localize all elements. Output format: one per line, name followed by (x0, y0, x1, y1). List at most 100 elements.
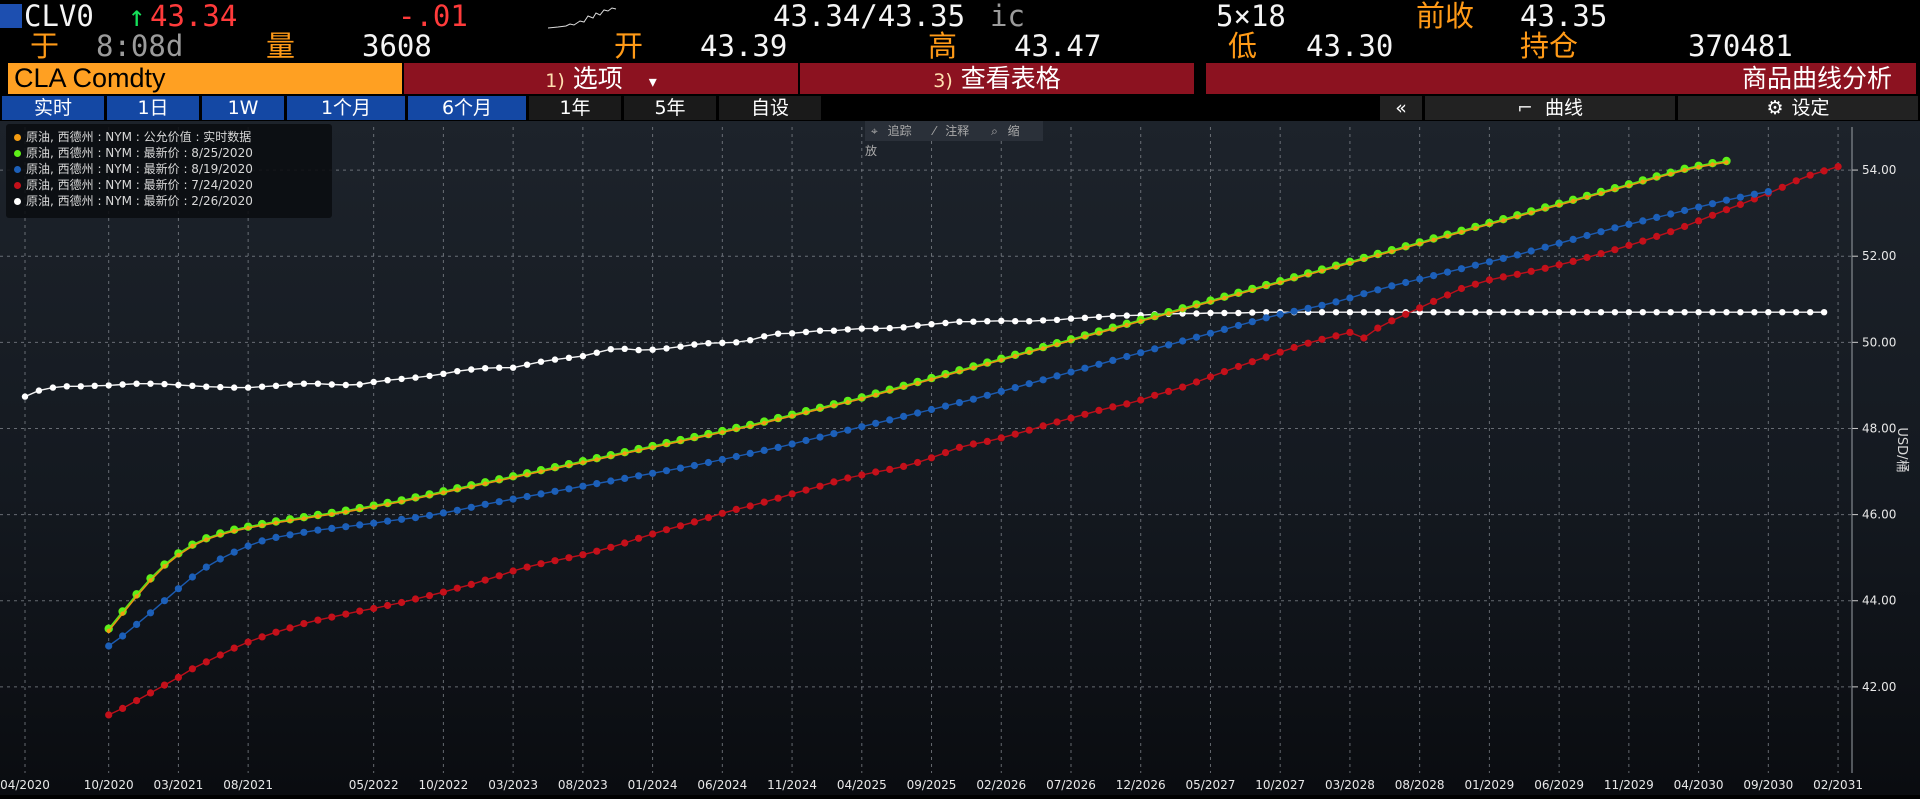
tab-1d[interactable]: 1日 (107, 96, 199, 120)
data-point (1109, 312, 1117, 320)
ticker[interactable]: CLV0 (24, 2, 94, 31)
data-point (594, 457, 599, 462)
data-point (1542, 309, 1549, 316)
data-point (969, 440, 978, 448)
data-point (273, 520, 279, 525)
bid-ask-suffix: ic (990, 0, 1025, 33)
data-point (621, 539, 629, 547)
tab-1y[interactable]: 1年 (529, 96, 621, 120)
data-point (1750, 190, 1758, 198)
data-point (1165, 387, 1173, 395)
track-tool[interactable]: ⌖ 追踪 (871, 124, 918, 138)
data-point (1402, 310, 1410, 318)
security-input[interactable]: CLA Comdty (8, 63, 402, 94)
data-point (133, 380, 140, 387)
chart-area[interactable]: 04/2020 10/2020 03/2021 08/2021 05/2022 10/20… (0, 121, 1920, 795)
data-point (678, 439, 683, 444)
data-point (1374, 286, 1382, 294)
data-point (133, 620, 141, 628)
options-menu-button[interactable]: 1) 选项 ▾ (404, 63, 798, 94)
data-point (497, 478, 502, 483)
data-point (1347, 260, 1353, 266)
open-interest: 370481 (1688, 29, 1793, 63)
data-point (188, 665, 196, 673)
data-point (886, 465, 894, 473)
data-point (384, 601, 392, 610)
data-point (580, 460, 586, 465)
data-point (984, 318, 991, 325)
data-point (523, 361, 531, 368)
data-point (1583, 231, 1591, 240)
tab-1w[interactable]: 1W (202, 96, 284, 120)
forward-curve-chart[interactable]: 04/2020 10/2020 03/2021 08/2021 05/2022 10/20… (0, 121, 1920, 795)
data-point (1067, 315, 1075, 322)
tab-1m[interactable]: 1个月 (287, 96, 405, 120)
settings-button[interactable]: ⚙ 设定 (1678, 96, 1918, 120)
data-point (1208, 299, 1213, 305)
data-point (971, 365, 976, 370)
y-tick-label: 44.00 (1862, 594, 1896, 608)
data-point (858, 471, 866, 479)
data-point (955, 399, 964, 407)
data-point (119, 381, 126, 388)
data-point (900, 324, 907, 331)
legend-dot (14, 182, 21, 189)
data-point (593, 547, 601, 555)
data-point (1583, 309, 1591, 316)
data-point (1264, 284, 1269, 289)
data-point (929, 377, 934, 382)
data-point (1640, 179, 1646, 184)
data-point (635, 472, 643, 480)
data-point (676, 464, 685, 472)
data-point (1013, 353, 1018, 359)
data-point (1039, 376, 1047, 384)
data-point (440, 370, 447, 377)
data-point (230, 548, 238, 556)
data-point (1290, 343, 1298, 352)
data-point (1626, 183, 1632, 188)
curve-button[interactable]: ⌐ 曲线 (1425, 96, 1675, 120)
price-change: -.01 (398, 0, 468, 33)
data-point (412, 374, 419, 381)
data-point (1081, 314, 1089, 321)
data-point (495, 498, 503, 506)
data-point (1430, 297, 1438, 305)
data-point (957, 369, 962, 374)
data-point (775, 417, 781, 422)
data-point (371, 504, 376, 509)
tab-realtime[interactable]: 实时 (2, 96, 104, 120)
tab-custom[interactable]: 自设 (719, 96, 821, 120)
view-table-button[interactable]: 3) 查看表格 (800, 63, 1194, 94)
collapse-button[interactable]: « (1380, 96, 1422, 120)
x-tick-label: 11/2029 (1604, 778, 1654, 792)
annotate-tool[interactable]: ⁄ 注释 (933, 124, 975, 138)
tab-5y[interactable]: 5年 (624, 96, 716, 120)
data-point (1333, 264, 1339, 270)
data-point (999, 357, 1004, 363)
data-point (746, 502, 754, 510)
data-point (1375, 253, 1381, 258)
tab-6m[interactable]: 6个月 (408, 96, 526, 120)
data-point (1332, 298, 1340, 306)
x-tick-label: 05/2022 (349, 778, 399, 792)
data-point (760, 498, 768, 506)
data-point (1695, 217, 1703, 225)
data-point (1541, 243, 1549, 251)
data-point (411, 514, 420, 522)
data-point (202, 658, 210, 666)
data-point (622, 451, 627, 456)
data-point (942, 319, 949, 327)
data-point (649, 346, 656, 353)
data-point (1360, 309, 1368, 316)
data-point (1388, 282, 1396, 290)
data-point (314, 616, 322, 624)
data-point (1318, 335, 1326, 343)
data-point (300, 528, 308, 536)
data-point (1485, 276, 1493, 284)
data-point (146, 609, 155, 617)
data-point (425, 511, 434, 520)
x-tick-label: 03/2023 (488, 778, 538, 792)
data-point (356, 607, 364, 615)
data-point (1820, 167, 1828, 175)
data-point (244, 638, 252, 646)
